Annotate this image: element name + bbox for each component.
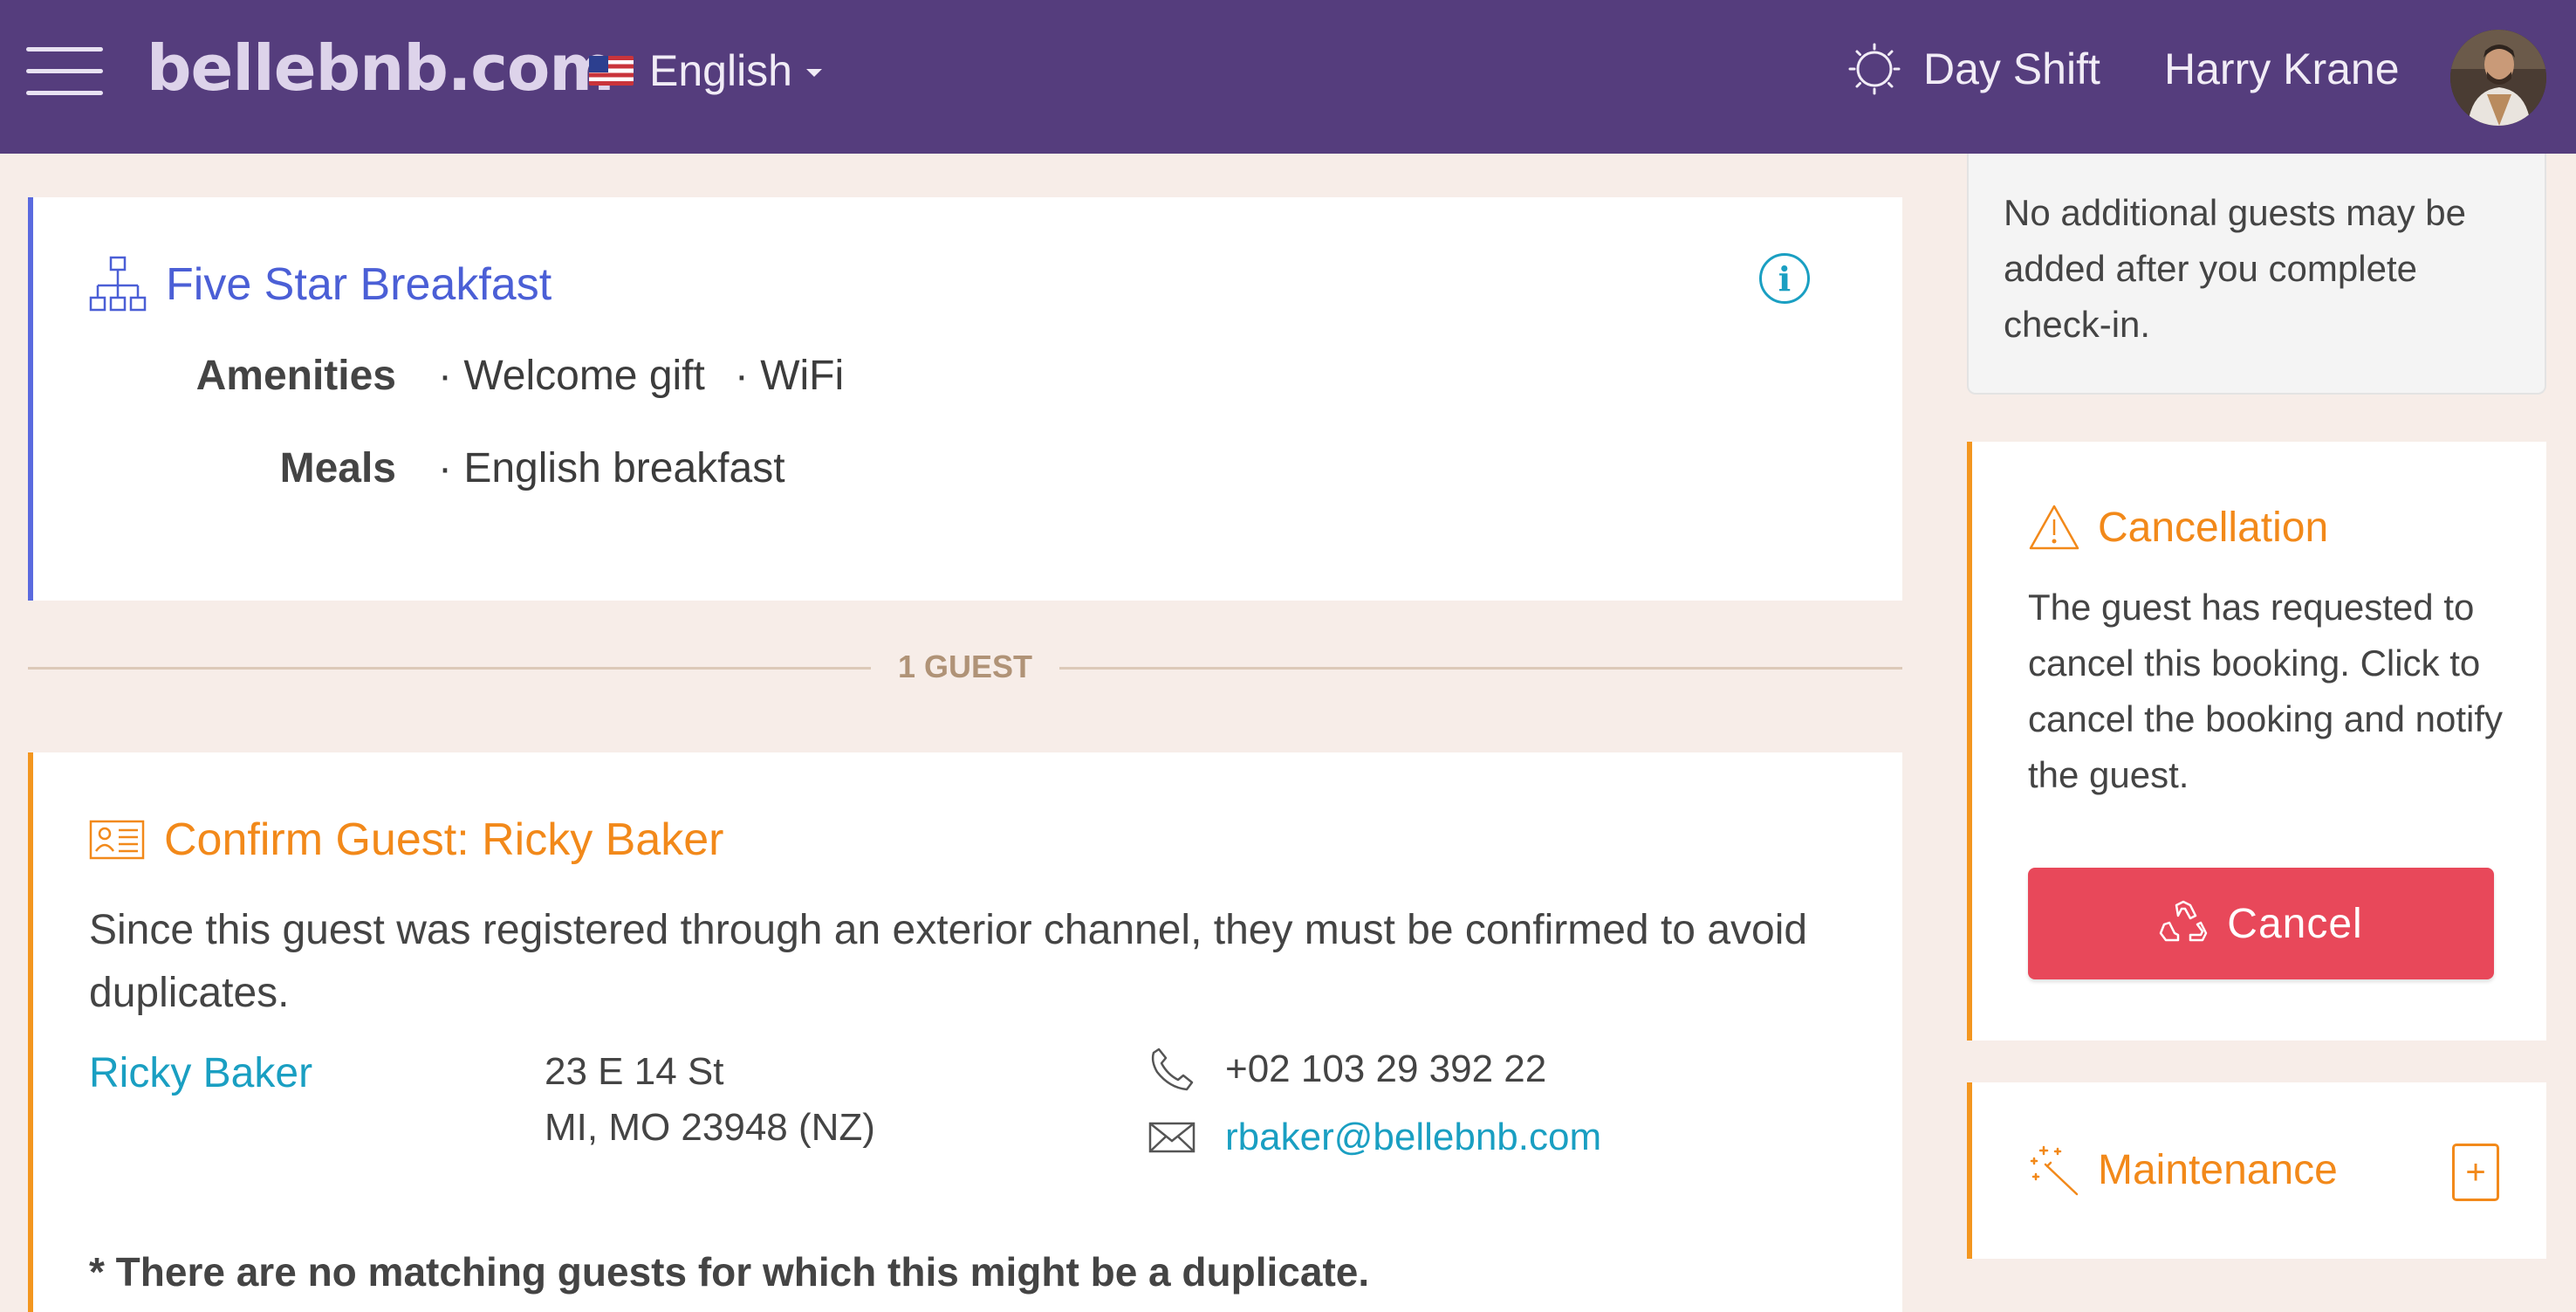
duplicate-note: * There are no matching guests for which…	[89, 1249, 1370, 1295]
add-maintenance-button[interactable]: +	[2452, 1144, 2499, 1201]
amenities-label: Amenities	[195, 352, 396, 399]
guest-phone: +02 103 29 392 22	[1148, 1046, 1546, 1093]
guest-name-link[interactable]: Ricky Baker	[89, 1049, 312, 1097]
cancellation-heading: Cancellation	[2098, 504, 2329, 551]
meal-item: · English breakfast	[438, 444, 785, 491]
envelope-icon	[1148, 1122, 1196, 1153]
magic-wand-icon	[2030, 1145, 2079, 1196]
cancellation-card: Cancellation The guest has requested to …	[1967, 442, 2546, 1041]
id-card-icon	[89, 820, 145, 860]
check-in-note-card: No additional guests may be added after …	[1967, 154, 2546, 395]
meals-row: Meals · English breakfast	[28, 436, 815, 499]
user-name[interactable]: Harry Krane	[2164, 38, 2400, 100]
guest-count-divider: 1 GUEST	[897, 649, 1033, 684]
hierarchy-icon	[89, 256, 147, 312]
check-in-note-text: No additional guests may be added after …	[2004, 192, 2466, 345]
confirm-guest-title: Confirm Guest: Ricky Baker	[89, 808, 724, 871]
brand-logo[interactable]: bellebnb.com	[147, 31, 614, 105]
warning-icon	[2029, 505, 2079, 550]
guest-address: 23 E 14 St MI, MO 23948 (NZ)	[545, 1044, 875, 1156]
rate-plan-title: Five Star Breakfast	[89, 253, 552, 316]
us-flag-icon	[589, 56, 634, 86]
cancel-booking-button[interactable]: Cancel	[2028, 868, 2494, 979]
maintenance-heading: Maintenance	[2098, 1146, 2338, 1193]
guest-email[interactable]: rbaker@bellebnb.com	[1148, 1116, 1601, 1159]
divider-line-right	[1059, 667, 1902, 670]
address-line-2: MI, MO 23948 (NZ)	[545, 1106, 875, 1149]
info-icon[interactable]: i	[1759, 253, 1810, 304]
phone-number: +02 103 29 392 22	[1225, 1048, 1547, 1090]
shift-label: Day Shift	[1923, 45, 2100, 93]
menu-icon[interactable]	[26, 47, 103, 98]
shift-toggle[interactable]: Day Shift	[1848, 38, 2100, 100]
divider-line-left	[28, 667, 871, 670]
amenity-item: · WiFi	[734, 352, 845, 399]
chevron-down-icon	[806, 68, 822, 77]
recycle-icon	[2160, 900, 2208, 942]
top-navbar: bellebnb.com English Day Shift Harry Kra…	[0, 0, 2576, 154]
confirm-guest-heading: Confirm Guest: Ricky Baker	[164, 814, 724, 865]
sun-icon	[1848, 43, 1901, 95]
meals-label: Meals	[279, 444, 396, 491]
cancellation-title: Cancellation	[2028, 496, 2328, 559]
email-link[interactable]: rbaker@bellebnb.com	[1225, 1116, 1601, 1159]
maintenance-title: Maintenance	[2028, 1138, 2338, 1201]
cancellation-text: The guest has requested to cancel this b…	[2028, 587, 2504, 795]
amenities-row: Amenities · Welcome gift · WiFi	[28, 344, 874, 407]
address-line-1: 23 E 14 St	[545, 1050, 724, 1093]
cancel-button-label: Cancel	[2227, 900, 2363, 947]
phone-icon	[1151, 1048, 1194, 1091]
language-label: English	[649, 46, 792, 95]
maintenance-card: Maintenance +	[1967, 1082, 2546, 1259]
language-selector[interactable]: English	[589, 40, 822, 101]
rate-plan-name: Five Star Breakfast	[166, 259, 552, 310]
amenity-item: · Welcome gift	[438, 352, 705, 399]
avatar-image	[2450, 30, 2546, 126]
avatar[interactable]	[2450, 30, 2546, 126]
confirm-guest-description: Since this guest was registered through …	[89, 907, 1808, 1016]
